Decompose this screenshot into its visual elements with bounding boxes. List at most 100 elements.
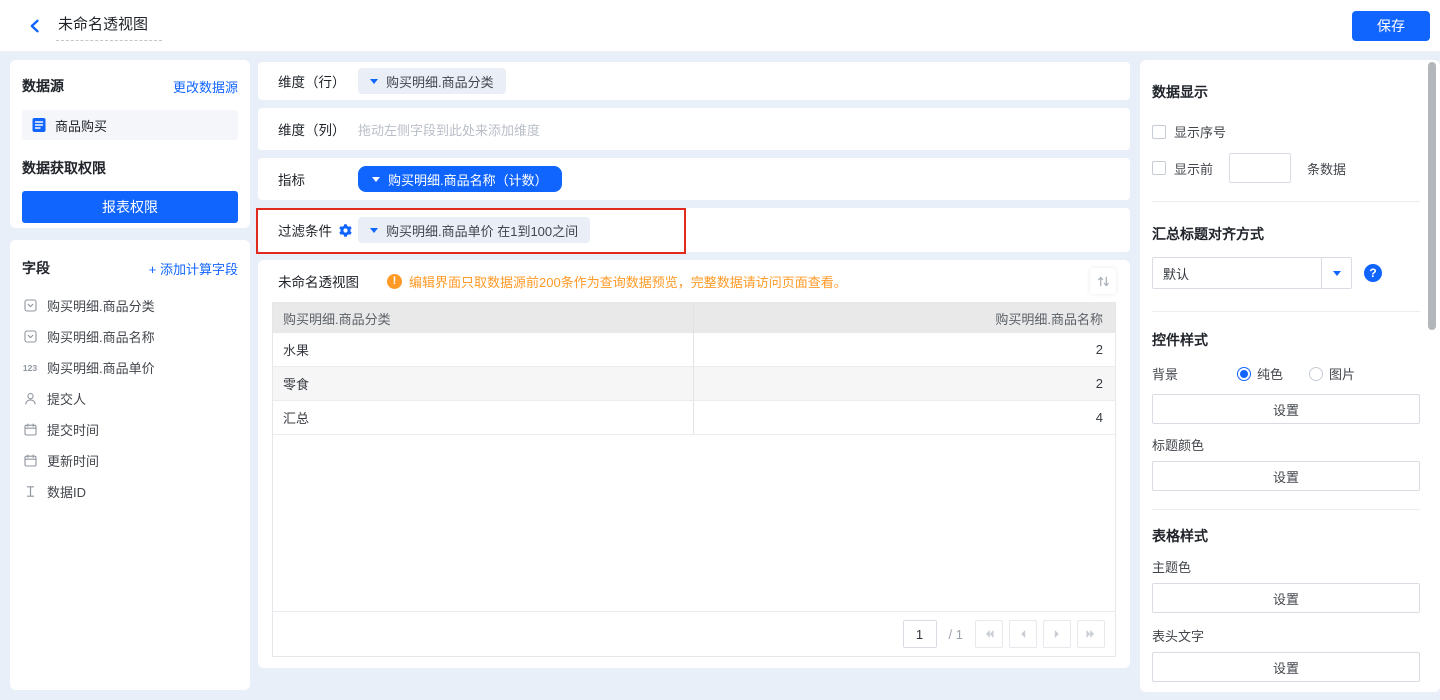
pivot-editor: 未命名透视图 保存 数据源 更改数据源 商品购买 数据获取权限 报表权限 字段 … [0,0,1440,700]
user-field-icon [22,392,38,405]
show-first-checkbox[interactable] [1152,161,1166,175]
preview-notice: ! 编辑界面只取数据源前200条作为查询数据预览，完整数据请访问页面查看。 [387,272,847,291]
gear-icon[interactable] [338,223,353,238]
field-item[interactable]: 购买明细.商品分类 [22,290,238,321]
add-calc-field-link[interactable]: + 添加计算字段 [149,259,238,278]
records-suffix: 条数据 [1307,159,1346,178]
text-field-icon [22,485,38,498]
background-set-button[interactable]: 设置 [1152,394,1420,424]
style-panel: 数据显示 显示序号 显示前 条数据 汇总标题对齐方式 默认 ? 控件样式 背景 [1140,60,1440,692]
show-index-checkbox[interactable] [1152,125,1166,139]
table-empty-space [273,435,1115,611]
field-item[interactable]: 数据ID [22,476,238,507]
datasource-name: 商品购买 [55,116,107,135]
bg-image-option[interactable]: 图片 [1309,364,1355,383]
cell-category: 水果 [273,333,694,366]
field-item[interactable]: 提交时间 [22,414,238,445]
sort-button[interactable] [1090,268,1116,294]
radio-icon [1309,367,1323,381]
table-row: 零食 2 [273,367,1115,401]
field-item[interactable]: 提交人 [22,383,238,414]
chevron-down-icon [370,79,378,84]
widget-style-title: 控件样式 [1152,330,1420,350]
datasource-item[interactable]: 商品购买 [22,110,238,140]
data-display-title: 数据显示 [1152,82,1420,102]
help-icon[interactable]: ? [1364,264,1382,282]
show-first-row: 显示前 条数据 [1152,153,1420,183]
field-item[interactable]: 123 购买明细.商品单价 [22,352,238,383]
permission-title: 数据获取权限 [22,158,238,178]
datasource-title: 数据源 [22,76,64,96]
divider [1152,201,1420,202]
table-style-title: 表格样式 [1152,526,1420,546]
preview-notice-text: 编辑界面只取数据源前200条作为查询数据预览，完整数据请访问页面查看。 [409,272,847,291]
dimension-row-label: 维度（行） [278,71,358,91]
field-label: 提交人 [47,389,86,408]
field-item[interactable]: 购买明细.商品名称 [22,321,238,352]
preview-table: 购买明细.商品分类 购买明细.商品名称 水果 2 零食 2 汇总 4 / 1 [272,302,1116,657]
sort-arrows-icon [1096,274,1111,289]
table-row: 水果 2 [273,333,1115,367]
field-item[interactable]: 更新时间 [22,445,238,476]
divider [1152,509,1420,510]
header-text-set-button[interactable]: 设置 [1152,652,1420,682]
page-number-input[interactable] [903,620,937,648]
back-button[interactable] [24,15,46,37]
summary-align-title: 汇总标题对齐方式 [1152,224,1420,244]
plus-icon: + [149,262,157,277]
dimension-col-config[interactable]: 维度（列） 拖动左侧字段到此处来添加维度 [258,108,1130,150]
first-page-button[interactable] [975,620,1003,648]
datasource-panel: 数据源 更改数据源 商品购买 数据获取权限 报表权限 [10,60,250,228]
form-document-icon [31,117,47,133]
double-chevron-left-icon [983,628,995,640]
table-header-row: 购买明细.商品分类 购买明细.商品名称 [273,303,1115,333]
show-first-label: 显示前 [1174,159,1213,178]
prev-page-button[interactable] [1009,620,1037,648]
field-label: 购买明细.商品分类 [47,296,155,315]
select-arrow [1321,258,1351,288]
change-datasource-link[interactable]: 更改数据源 [173,77,238,96]
cell-category: 汇总 [273,401,694,434]
chevron-right-icon [1051,628,1063,640]
table-row-summary: 汇总 4 [273,401,1115,435]
cell-value: 2 [694,367,1115,400]
calendar-field-icon [22,454,38,467]
vertical-scrollbar-thumb[interactable] [1428,62,1436,330]
report-permission-button[interactable]: 报表权限 [22,191,238,223]
last-page-button[interactable] [1077,620,1105,648]
field-label: 购买明细.商品单价 [47,358,155,377]
page-title[interactable]: 未命名透视图 [56,11,162,41]
topbar: 未命名透视图 保存 [0,0,1440,52]
page-total: / 1 [949,627,963,642]
title-color-set-button[interactable]: 设置 [1152,461,1420,491]
warning-icon: ! [387,274,402,289]
field-label: 更新时间 [47,451,99,470]
dimension-col-placeholder: 拖动左侧字段到此处来添加维度 [358,120,540,139]
pagination-bar: / 1 [273,611,1115,656]
select-field-icon [22,299,38,312]
metric-tag[interactable]: 购买明细.商品名称（计数） [358,166,562,192]
filter-tag[interactable]: 购买明细.商品单价 在1到100之间 [358,217,590,243]
dimension-row-tag[interactable]: 购买明细.商品分类 [358,68,506,94]
select-field-icon [22,330,38,343]
background-label: 背景 [1152,364,1237,383]
chevron-left-icon [1017,628,1029,640]
show-index-label: 显示序号 [1174,122,1226,141]
double-chevron-right-icon [1085,628,1097,640]
field-label: 提交时间 [47,420,99,439]
show-index-row: 显示序号 [1152,122,1420,141]
theme-color-set-button[interactable]: 设置 [1152,583,1420,613]
bg-solid-option[interactable]: 纯色 [1237,364,1283,383]
cell-value: 4 [694,401,1115,434]
summary-align-row: 默认 ? [1152,257,1420,289]
record-count-input[interactable] [1229,153,1291,183]
save-button[interactable]: 保存 [1352,11,1430,41]
summary-align-select[interactable]: 默认 [1152,257,1352,289]
fields-title: 字段 [22,258,50,278]
cell-value: 2 [694,333,1115,366]
number-field-icon: 123 [22,363,38,373]
fields-panel: 字段 + 添加计算字段 购买明细.商品分类 购买明细.商品名称 123 购买明细… [10,240,250,690]
next-page-button[interactable] [1043,620,1071,648]
metric-label: 指标 [278,169,358,189]
preview-panel: 未命名透视图 ! 编辑界面只取数据源前200条作为查询数据预览，完整数据请访问页… [258,260,1130,668]
